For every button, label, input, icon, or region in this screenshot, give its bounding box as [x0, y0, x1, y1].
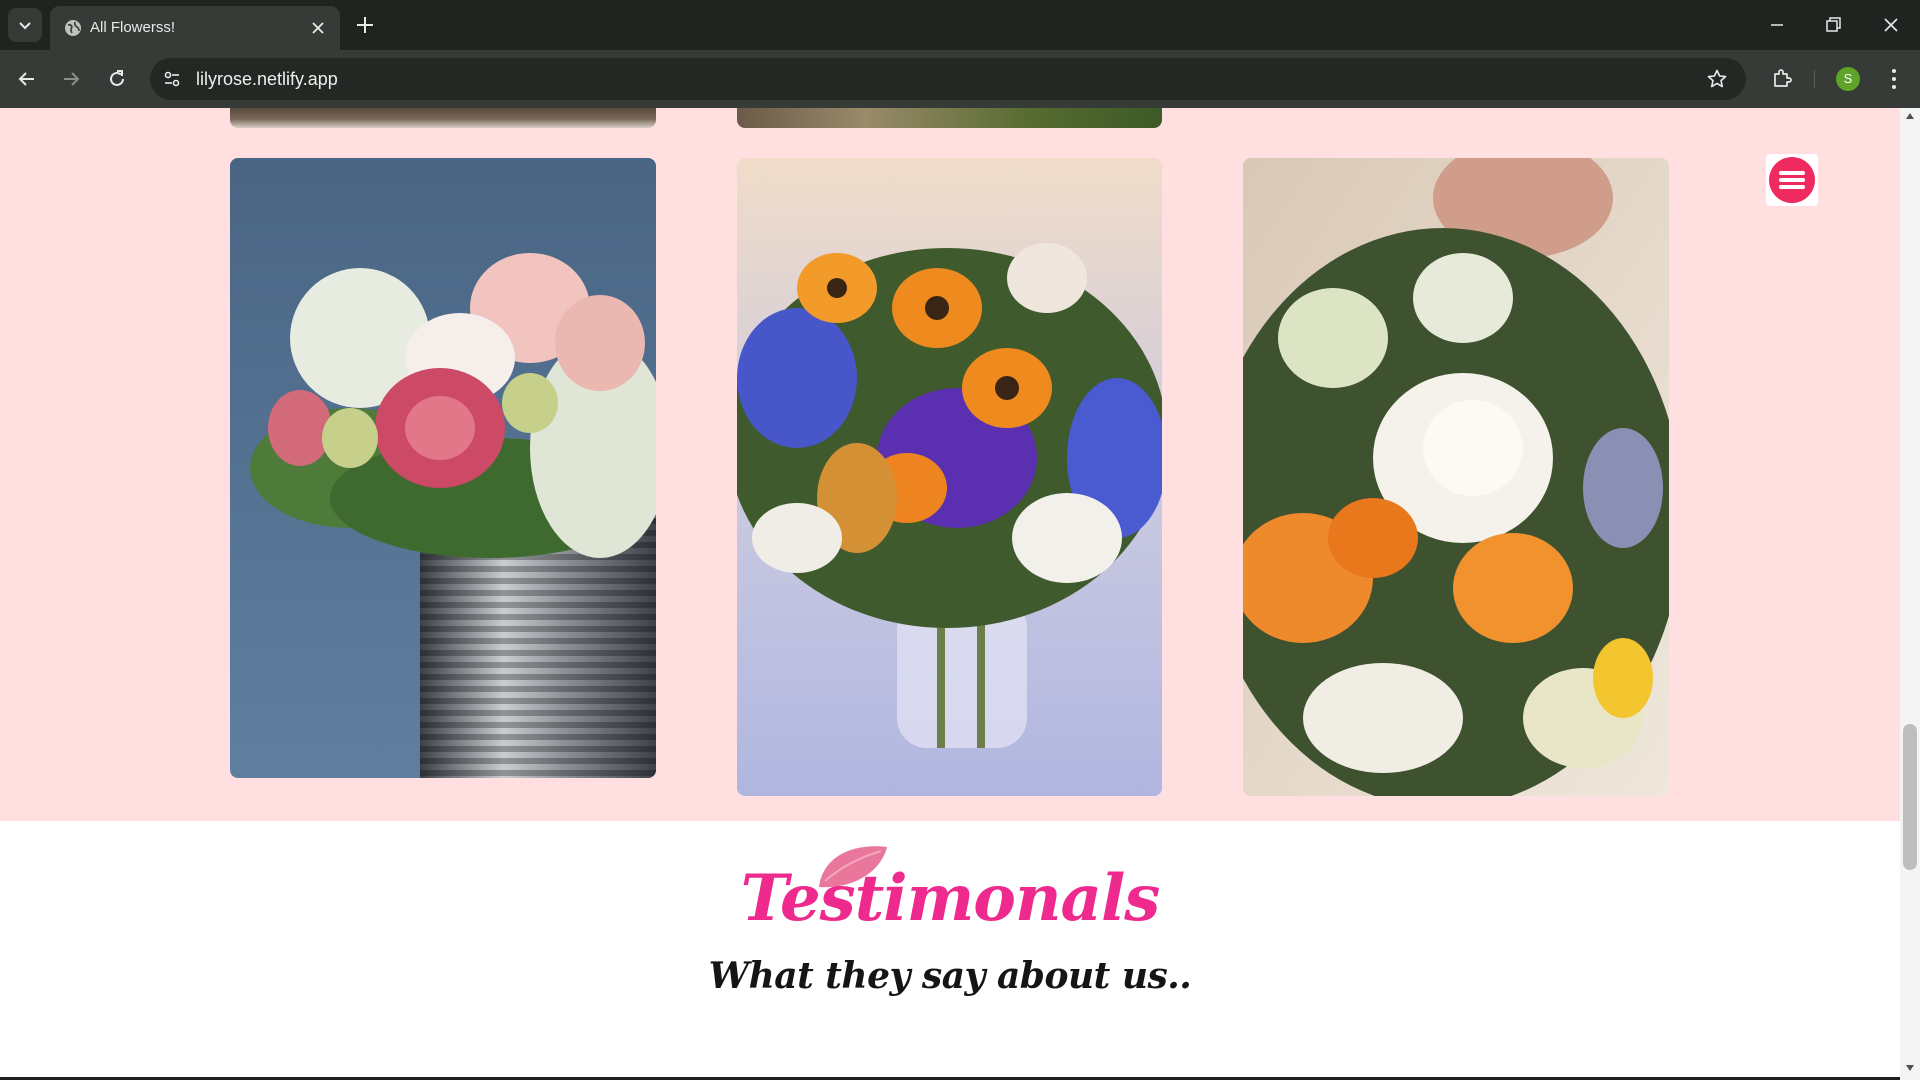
arrow-left-icon[interactable] — [14, 66, 40, 92]
close-icon[interactable] — [308, 18, 328, 38]
testimonials-subheading: What they say about us.. — [708, 955, 1192, 997]
gallery-photo-daisies-vase[interactable] — [737, 158, 1162, 796]
scrollbar-thumb[interactable] — [1903, 724, 1917, 870]
gallery-photo-partial[interactable] — [737, 108, 1162, 128]
gallery-photo-peony-bouquet[interactable] — [1243, 158, 1669, 796]
menu-toggle-button[interactable] — [1766, 154, 1818, 206]
globe-icon — [65, 20, 81, 36]
hamburger-icon — [1769, 157, 1815, 203]
puzzle-icon[interactable] — [1770, 66, 1794, 90]
profile-avatar[interactable]: S — [1836, 67, 1860, 91]
star-icon[interactable] — [1706, 68, 1728, 90]
chevron-down-icon — [19, 22, 31, 30]
testimonials-section: Testimonals What they say about us.. — [0, 821, 1900, 1078]
reload-icon[interactable] — [104, 66, 130, 92]
url-text: lilyrose.netlify.app — [196, 69, 338, 89]
arrow-right-icon[interactable] — [58, 66, 84, 92]
minimize-icon[interactable] — [1766, 14, 1788, 36]
tab-bar: All Flowerss! — [0, 0, 1920, 50]
flower-gallery — [0, 108, 1900, 821]
scroll-up-arrow-icon[interactable] — [1905, 112, 1915, 120]
plus-icon[interactable] — [354, 14, 376, 36]
toolbar-divider — [1814, 70, 1815, 88]
tune-icon[interactable] — [162, 69, 182, 89]
gallery-photo-partial[interactable] — [230, 108, 656, 128]
more-vertical-icon[interactable] — [1882, 66, 1906, 92]
testimonials-heading: Testimonals — [740, 861, 1161, 936]
tab-search-button[interactable] — [8, 8, 42, 42]
gallery-photo-roses-tin[interactable] — [230, 158, 656, 778]
browser-toolbar: lilyrose.netlify.app S — [0, 50, 1920, 108]
scroll-down-arrow-icon[interactable] — [1905, 1064, 1915, 1072]
active-tab[interactable]: All Flowerss! — [50, 6, 340, 50]
close-window-icon[interactable] — [1880, 14, 1902, 36]
page-viewport: Testimonals What they say about us.. — [0, 108, 1900, 1078]
address-bar[interactable]: lilyrose.netlify.app — [150, 58, 1746, 100]
restore-icon[interactable] — [1822, 14, 1844, 36]
tab-title: All Flowerss! — [90, 19, 176, 36]
page-scrollbar[interactable] — [1900, 108, 1920, 1080]
